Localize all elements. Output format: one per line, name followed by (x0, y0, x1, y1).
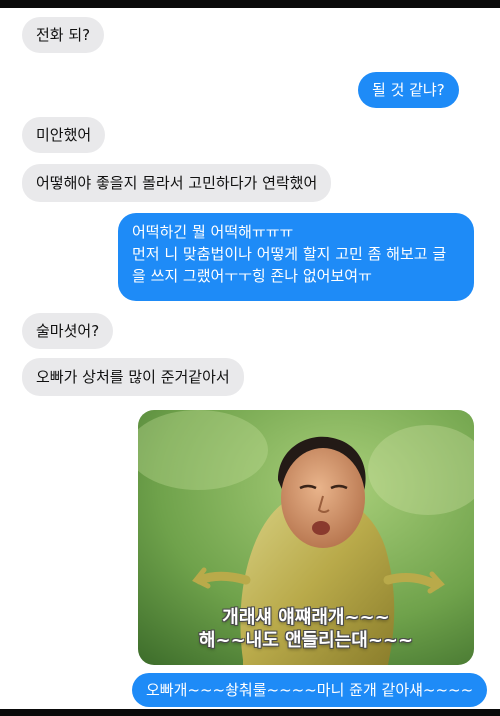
meme-image-message[interactable]: 개래섀 얘쨰래개~~~ 해~~내도 앤들리는대~~~ (138, 410, 474, 665)
message-line: 어떡하긴 뭘 어떡해ㅠㅠㅠ (132, 223, 294, 241)
message-outgoing[interactable]: 될 것 같냐? (358, 72, 459, 108)
meme-caption-line2: 해~~내도 앤들리는대~~~ (198, 630, 414, 651)
message-incoming[interactable]: 술마셧어? (22, 313, 114, 349)
message-text: 미안했어 (36, 126, 92, 144)
top-status-bar (0, 0, 500, 8)
message-text: 어떻해야 좋을지 몰라서 고민하다가 연락했어 (36, 174, 318, 192)
bottom-bar (0, 709, 500, 716)
message-line: 을 쓰지 그랬어ㅜㅜ힝 죤나 없어보여ㅠ (132, 267, 372, 285)
message-outgoing[interactable]: 오빠개~~~솽춰룰~~~~마니 쥰개 같아섀~~~~ (132, 673, 488, 707)
message-line: 먼저 니 맞춤법이나 어떻게 할지 고민 좀 해보고 글 (132, 245, 447, 263)
message-incoming[interactable]: 어떻해야 좋을지 몰라서 고민하다가 연락했어 (22, 164, 332, 202)
message-incoming[interactable]: 미안했어 (22, 117, 106, 153)
message-incoming[interactable]: 전화 되? (22, 17, 105, 53)
message-text: 술마셧어? (36, 322, 100, 340)
message-text: 전화 되? (36, 26, 91, 44)
message-outgoing[interactable]: 어떡하긴 뭘 어떡해ㅠㅠㅠ 먼저 니 맞춤법이나 어떻게 할지 고민 좀 해보고… (118, 213, 474, 301)
message-incoming[interactable]: 오빠가 상처를 많이 준거같아서 (22, 358, 244, 396)
message-text: 오빠가 상처를 많이 준거같아서 (36, 368, 230, 386)
message-text: 오빠개~~~솽춰룰~~~~마니 쥰개 같아섀~~~~ (146, 681, 474, 699)
message-text: 될 것 같냐? (372, 81, 445, 99)
